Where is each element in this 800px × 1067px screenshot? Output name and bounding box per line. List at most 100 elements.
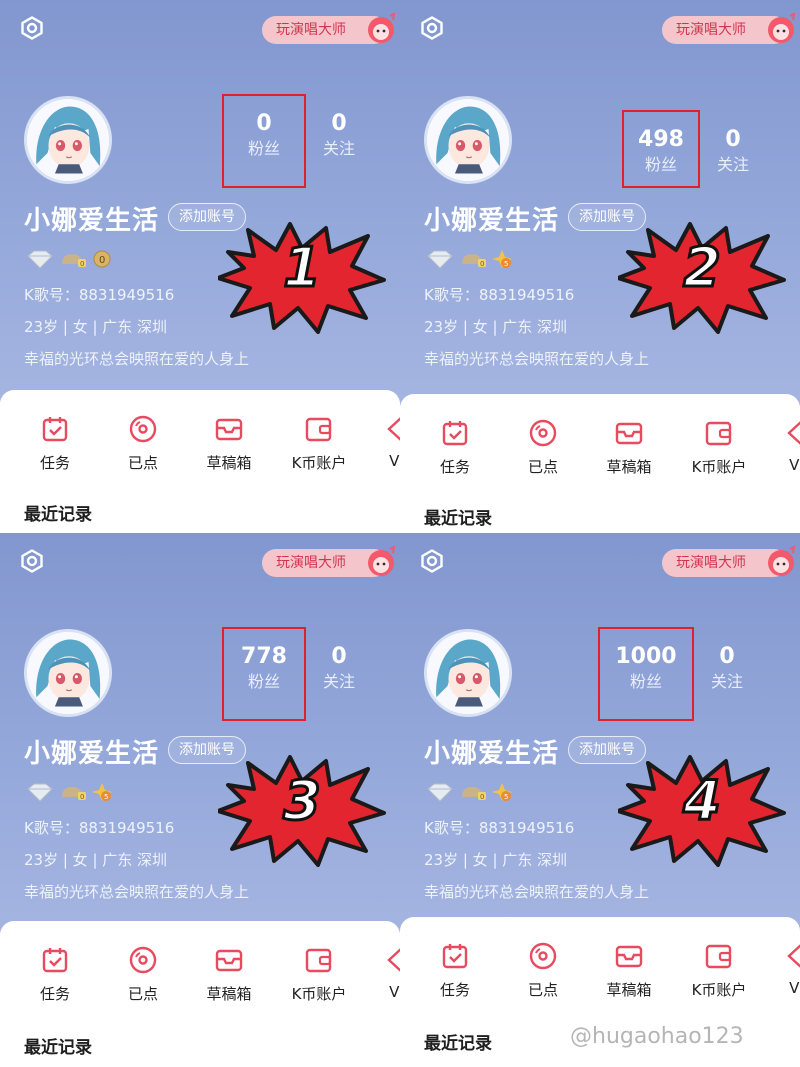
task-calendar-icon bbox=[420, 941, 490, 971]
recent-records-heading: 最近记录 bbox=[424, 1034, 492, 1054]
level-badges[interactable]: 00 bbox=[26, 248, 136, 270]
following-label: 关注 bbox=[716, 155, 749, 174]
quick-tab-5[interactable]: VIP bbox=[766, 418, 800, 474]
recent-records-heading: 最近记录 bbox=[424, 509, 492, 529]
drafts-box-icon bbox=[194, 414, 264, 444]
step-burst-badge: 3 bbox=[216, 755, 386, 867]
svg-text:0: 0 bbox=[480, 260, 484, 268]
quick-tab-5[interactable]: VIP bbox=[766, 941, 800, 997]
quick-tab-4[interactable]: K币账户 bbox=[684, 941, 754, 1000]
quick-tab-label: 草稿箱 bbox=[206, 454, 252, 472]
quick-tab-4[interactable]: K币账户 bbox=[284, 414, 354, 473]
k-song-id: K歌号：8831949516 bbox=[24, 819, 175, 837]
master-entry-button[interactable]: 玩演唱大师 bbox=[662, 545, 796, 577]
quick-tab-4[interactable]: K币账户 bbox=[684, 418, 754, 477]
function-card: 任务 已点 草稿箱 K币账户 VIP 最近记录 bbox=[0, 390, 400, 533]
following-stat[interactable]: 0 关注 bbox=[314, 643, 364, 693]
quick-tab-label: VIP bbox=[389, 983, 400, 1001]
bio: 幸福的光环总会映照在爱的人身上 bbox=[24, 350, 250, 368]
vip-diamond-icon bbox=[766, 941, 800, 971]
requested-disc-icon bbox=[508, 418, 578, 448]
quick-tab-label: K币账户 bbox=[291, 454, 347, 472]
level-badges[interactable]: 05 bbox=[426, 248, 536, 270]
level-badges[interactable]: 05 bbox=[26, 781, 136, 803]
quick-tab-1[interactable]: 任务 bbox=[20, 945, 90, 1004]
step-number: 2 bbox=[682, 235, 723, 301]
quick-tab-label: VIP bbox=[389, 452, 400, 470]
fans-stat[interactable]: 498 粉丝 bbox=[622, 126, 700, 176]
k-song-id: K歌号：8831949516 bbox=[24, 286, 175, 304]
k-song-id: K歌号：8831949516 bbox=[424, 819, 575, 837]
quick-tab-label: 任务 bbox=[39, 985, 70, 1003]
k-song-id: K歌号：8831949516 bbox=[424, 286, 575, 304]
quick-tab-label: 已点 bbox=[127, 454, 158, 472]
mascot-icon bbox=[364, 12, 398, 46]
settings-gear-icon[interactable] bbox=[20, 16, 44, 40]
quick-tab-3[interactable]: 草稿箱 bbox=[194, 414, 264, 473]
step-number: 1 bbox=[282, 235, 323, 301]
quick-tab-2[interactable]: 已点 bbox=[108, 945, 178, 1004]
avatar[interactable] bbox=[24, 96, 112, 184]
avatar[interactable] bbox=[424, 96, 512, 184]
fans-stat[interactable]: 1000 粉丝 bbox=[598, 643, 694, 693]
task-calendar-icon bbox=[20, 414, 90, 444]
svg-text:5: 5 bbox=[104, 793, 108, 801]
nickname: 小娜爱生活 bbox=[424, 739, 560, 769]
level-badges[interactable]: 05 bbox=[426, 781, 536, 803]
master-entry-button[interactable]: 玩演唱大师 bbox=[662, 12, 796, 44]
quick-tab-3[interactable]: 草稿箱 bbox=[594, 418, 664, 477]
quick-tab-label: 草稿箱 bbox=[606, 458, 652, 476]
settings-gear-icon[interactable] bbox=[420, 16, 444, 40]
nickname: 小娜爱生活 bbox=[24, 206, 160, 236]
demographics: 23岁 | 女 | 广东 深圳 bbox=[424, 851, 568, 869]
following-label: 关注 bbox=[710, 672, 743, 691]
master-entry-label: 玩演唱大师 bbox=[676, 555, 746, 571]
following-stat[interactable]: 0 关注 bbox=[708, 126, 758, 176]
vip-diamond-icon bbox=[366, 945, 400, 975]
fans-stat[interactable]: 778 粉丝 bbox=[222, 643, 306, 693]
following-stat[interactable]: 0 关注 bbox=[314, 110, 364, 160]
demographics: 23岁 | 女 | 广东 深圳 bbox=[24, 318, 168, 336]
quick-tab-5[interactable]: VIP bbox=[366, 945, 400, 1001]
fans-stat[interactable]: 0 粉丝 bbox=[222, 110, 306, 160]
quick-tab-2[interactable]: 已点 bbox=[508, 418, 578, 477]
wallet-icon bbox=[284, 945, 354, 975]
bio: 幸福的光环总会映照在爱的人身上 bbox=[424, 350, 650, 368]
wallet-icon bbox=[684, 418, 754, 448]
bio: 幸福的光环总会映照在爱的人身上 bbox=[424, 883, 650, 901]
demographics: 23岁 | 女 | 广东 深圳 bbox=[24, 851, 168, 869]
quick-tab-1[interactable]: 任务 bbox=[20, 414, 90, 473]
settings-gear-icon[interactable] bbox=[420, 549, 444, 573]
quick-tab-label: K币账户 bbox=[691, 458, 747, 476]
quick-tab-3[interactable]: 草稿箱 bbox=[194, 945, 264, 1004]
quick-tab-label: 已点 bbox=[527, 981, 558, 999]
quick-tab-label: 草稿箱 bbox=[606, 981, 652, 999]
step-number: 3 bbox=[282, 768, 323, 834]
step-burst-badge: 1 bbox=[216, 222, 386, 334]
mascot-icon bbox=[764, 545, 798, 579]
following-stat[interactable]: 0 关注 bbox=[702, 643, 752, 693]
quick-tab-label: 已点 bbox=[127, 985, 158, 1003]
quick-tab-2[interactable]: 已点 bbox=[108, 414, 178, 473]
svg-text:0: 0 bbox=[480, 793, 484, 801]
avatar[interactable] bbox=[424, 629, 512, 717]
settings-gear-icon[interactable] bbox=[20, 549, 44, 573]
fans-count: 0 bbox=[256, 111, 272, 136]
drafts-box-icon bbox=[594, 941, 664, 971]
master-entry-label: 玩演唱大师 bbox=[276, 555, 346, 571]
drafts-box-icon bbox=[594, 418, 664, 448]
quick-tab-2[interactable]: 已点 bbox=[508, 941, 578, 1000]
quick-tab-4[interactable]: K币账户 bbox=[284, 945, 354, 1004]
master-entry-button[interactable]: 玩演唱大师 bbox=[262, 12, 396, 44]
avatar[interactable] bbox=[24, 629, 112, 717]
master-entry-button[interactable]: 玩演唱大师 bbox=[262, 545, 396, 577]
following-label: 关注 bbox=[322, 672, 355, 691]
quick-tab-1[interactable]: 任务 bbox=[420, 418, 490, 477]
quick-tab-3[interactable]: 草稿箱 bbox=[594, 941, 664, 1000]
screenshot-panel-4: 玩演唱大师 1000 粉丝 0 关注 小娜爱生活 添加账号 0 5 K歌号：8831949516 2… bbox=[400, 533, 800, 1067]
following-label: 关注 bbox=[322, 139, 355, 158]
mascot-icon bbox=[764, 12, 798, 46]
quick-tab-1[interactable]: 任务 bbox=[420, 941, 490, 1000]
svg-text:0: 0 bbox=[80, 260, 84, 268]
quick-tab-5[interactable]: VIP bbox=[366, 414, 400, 470]
